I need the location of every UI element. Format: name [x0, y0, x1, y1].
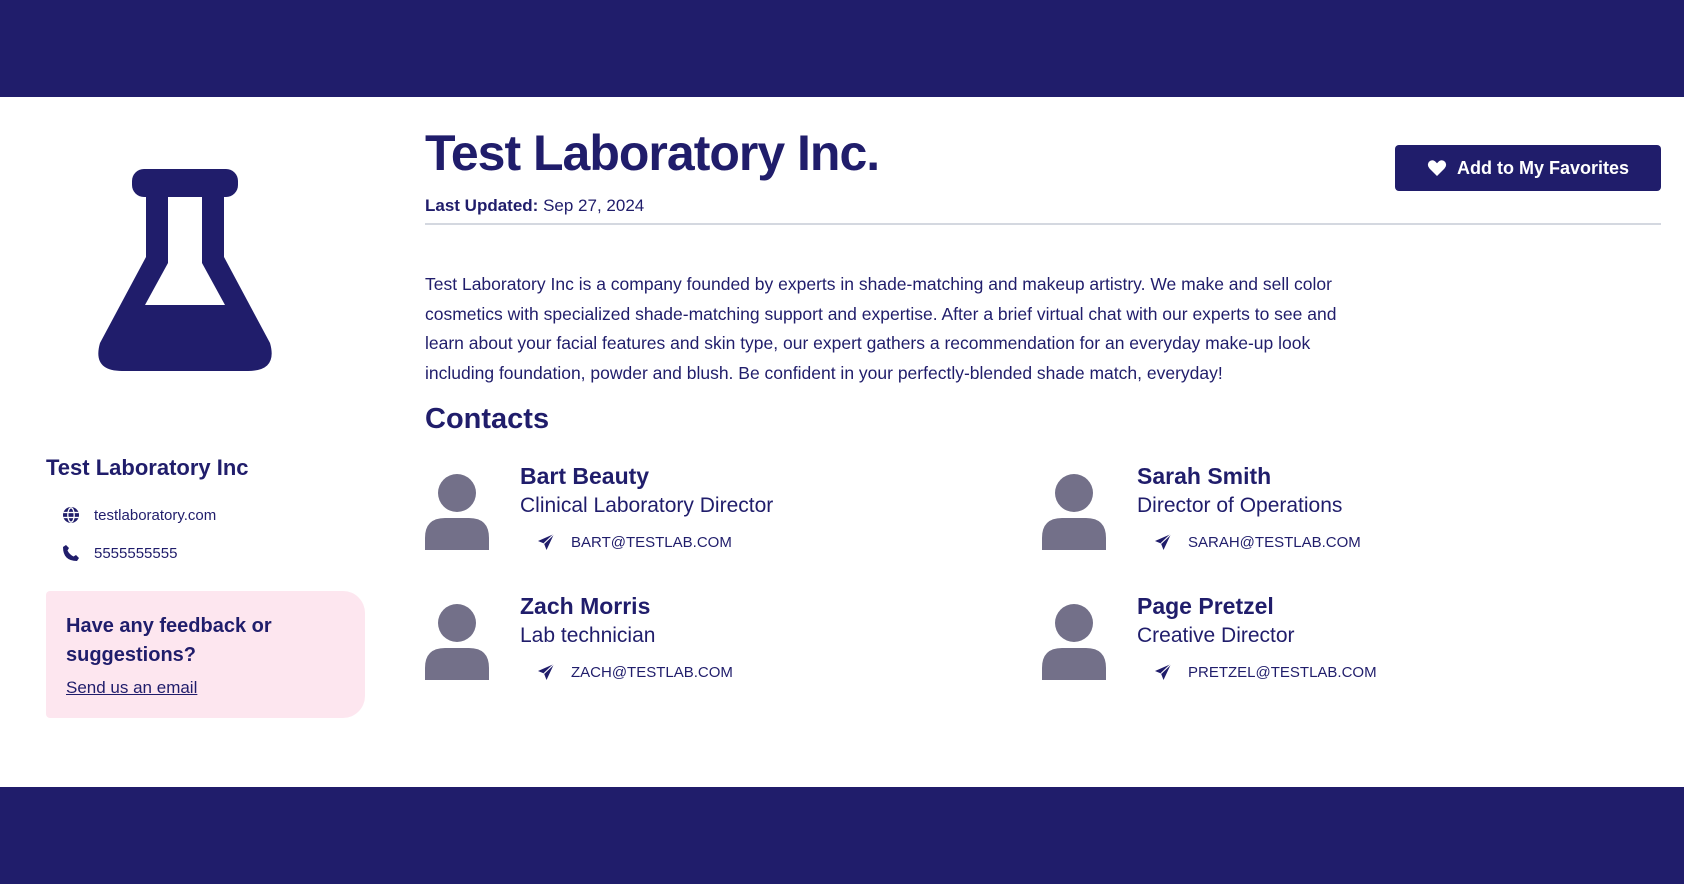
contact-role: Clinical Laboratory Director: [520, 494, 774, 517]
send-icon: [1154, 533, 1172, 551]
heart-icon: [1427, 158, 1447, 178]
person-avatar-icon: [425, 474, 489, 550]
last-updated-date: Sep 27, 2024: [543, 196, 645, 215]
contact-email: ZACH@TESTLAB.COM: [571, 663, 733, 681]
feedback-heading: Have any feedback or suggestions?: [66, 615, 272, 666]
contact-name: Zach Morris: [520, 593, 651, 619]
contact-card: Page Pretzel Creative Director PRETZEL@T…: [1042, 593, 1602, 703]
contacts-heading: Contacts: [425, 403, 550, 435]
globe-icon: [62, 506, 80, 524]
contact-name: Sarah Smith: [1137, 463, 1272, 489]
contact-card: Sarah Smith Director of Operations SARAH…: [1042, 463, 1602, 573]
website-row: testlaboratory.com: [62, 506, 216, 524]
person-avatar-icon: [1042, 474, 1106, 550]
contact-role: Lab technician: [520, 624, 656, 647]
add-to-favorites-label: Add to My Favorites: [1456, 157, 1630, 178]
contact-email-link[interactable]: BART@TESTLAB.COM: [537, 533, 732, 551]
feedback-box: Have any feedback or suggestions? Send u…: [46, 591, 365, 718]
send-icon: [537, 663, 555, 681]
title-divider: [425, 223, 1661, 225]
send-email-link[interactable]: Send us an email: [66, 678, 197, 697]
contact-name: Page Pretzel: [1137, 593, 1274, 619]
organization-name: Test Laboratory Inc: [46, 455, 249, 480]
contact-email-link[interactable]: SARAH@TESTLAB.COM: [1154, 533, 1361, 551]
contact-email-link[interactable]: ZACH@TESTLAB.COM: [537, 663, 733, 681]
contact-card: Bart Beauty Clinical Laboratory Director…: [425, 463, 985, 573]
company-description: Test Laboratory Inc is a company founded…: [425, 274, 1337, 383]
phone-number: 5555555555: [94, 544, 178, 562]
contact-card: Zach Morris Lab technician ZACH@TESTLAB.…: [425, 593, 985, 703]
top-header-bar: [0, 0, 1684, 97]
contact-email-link[interactable]: PRETZEL@TESTLAB.COM: [1154, 663, 1377, 681]
phone-icon: [62, 544, 80, 562]
contact-email: PRETZEL@TESTLAB.COM: [1188, 663, 1377, 681]
website-link[interactable]: testlaboratory.com: [94, 507, 216, 524]
page-title: Test Laboratory Inc.: [425, 125, 880, 181]
last-updated-label: Last Updated:: [425, 196, 539, 215]
contact-role: Director of Operations: [1137, 494, 1343, 517]
contact-email: SARAH@TESTLAB.COM: [1188, 533, 1361, 551]
send-icon: [537, 533, 555, 551]
last-updated: Last Updated: Sep 27, 2024: [425, 196, 644, 216]
phone-row: 5555555555: [62, 544, 177, 562]
flask-icon: [90, 165, 280, 375]
contact-name: Bart Beauty: [520, 463, 650, 489]
contact-email: BART@TESTLAB.COM: [571, 533, 732, 551]
person-avatar-icon: [425, 604, 489, 680]
contact-role: Creative Director: [1137, 624, 1295, 647]
add-to-favorites-button[interactable]: Add to My Favorites: [1395, 145, 1661, 191]
person-avatar-icon: [1042, 604, 1106, 680]
footer-bar: [0, 787, 1684, 884]
send-icon: [1154, 663, 1172, 681]
